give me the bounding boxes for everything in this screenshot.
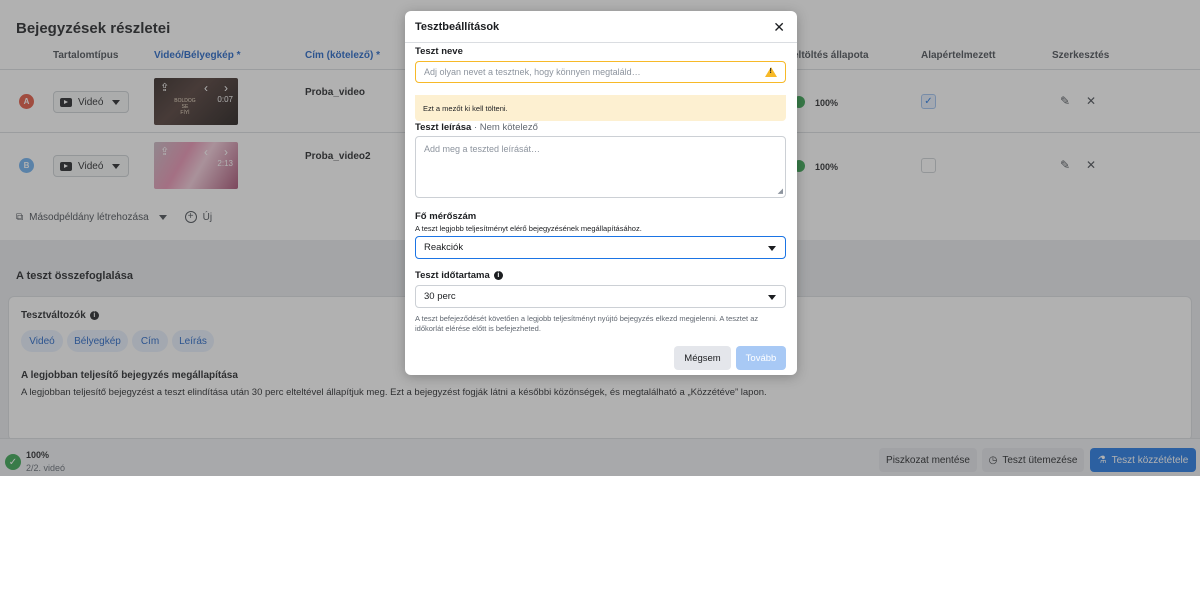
test-name-label: Teszt neve: [415, 46, 463, 57]
test-description-label: Teszt leírása · Nem kötelező: [415, 122, 538, 133]
test-description-label-text: Teszt leírása: [415, 122, 472, 133]
test-name-error: Ezt a mezőt ki kell tölteni.: [415, 95, 786, 121]
cancel-button[interactable]: Mégsem: [674, 346, 731, 370]
next-button[interactable]: Tovább: [736, 346, 786, 370]
test-duration-label: Teszt időtartama i: [415, 270, 503, 281]
test-duration-select[interactable]: 30 perc: [415, 285, 786, 308]
resize-handle-icon[interactable]: ◢: [778, 187, 783, 195]
primary-metric-label: Fő mérőszám: [415, 211, 477, 222]
dialog-title: Tesztbeállítások: [415, 21, 500, 33]
test-duration-value: 30 perc: [424, 291, 456, 302]
optional-hint: · Nem kötelező: [473, 122, 538, 133]
test-description-placeholder: Add meg a teszted leírását…: [424, 144, 541, 154]
warning-icon: [765, 67, 777, 77]
test-name-input[interactable]: Adj olyan nevet a tesztnek, hogy könnyen…: [415, 61, 786, 83]
primary-metric-select[interactable]: Reakciók: [415, 236, 786, 259]
primary-metric-value: Reakciók: [424, 242, 464, 253]
chevron-down-icon: [768, 295, 776, 300]
chevron-down-icon: [768, 246, 776, 251]
test-name-placeholder: Adj olyan nevet a tesztnek, hogy könnyen…: [424, 67, 641, 77]
duration-note: A teszt befejeződését követően a legjobb…: [415, 314, 759, 333]
primary-metric-help: A teszt legjobb teljesítményt elérő beje…: [415, 224, 642, 233]
test-description-input[interactable]: Add meg a teszted leírását… ◢: [415, 136, 786, 198]
test-settings-dialog: Tesztbeállítások ✕ Teszt neve Adj olyan …: [405, 11, 797, 375]
info-icon[interactable]: i: [493, 271, 503, 280]
test-duration-label-text: Teszt időtartama: [415, 270, 490, 281]
close-icon[interactable]: ✕: [773, 19, 785, 36]
dialog-divider: [405, 42, 797, 43]
